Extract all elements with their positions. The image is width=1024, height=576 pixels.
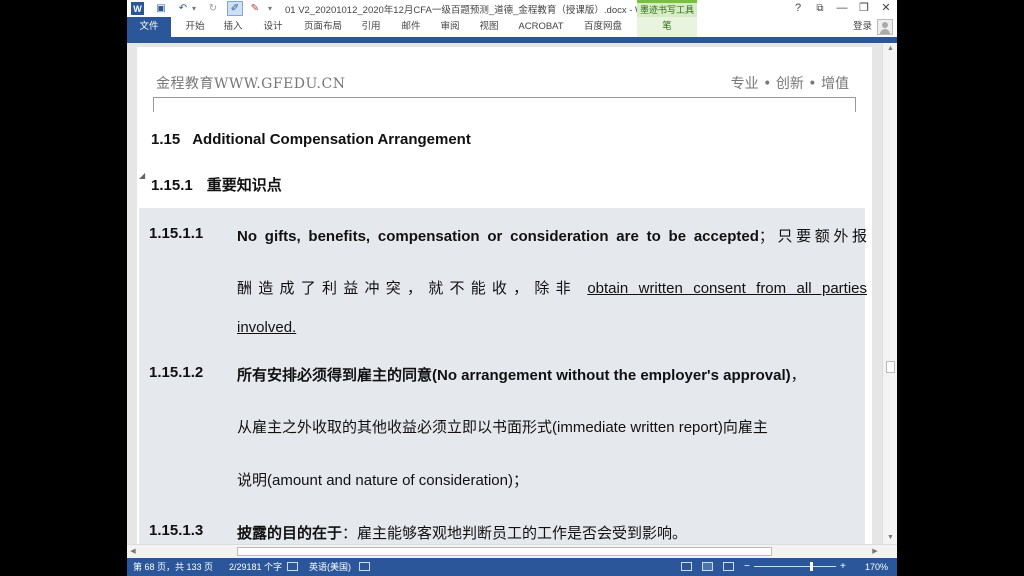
- item-underlined-text: involved.: [237, 319, 297, 336]
- shaded-content-block: 1.15.1.1 No gifts, benefits, compensatio…: [139, 208, 867, 544]
- tab-page-layout[interactable]: 页面布局: [299, 17, 347, 37]
- tab-references[interactable]: 引用: [357, 17, 385, 37]
- web-layout-icon[interactable]: [723, 562, 734, 571]
- proofing-icon[interactable]: [287, 562, 298, 571]
- avatar[interactable]: [877, 19, 893, 35]
- horizontal-scrollbar[interactable]: ◀ ▶: [127, 544, 897, 558]
- tab-acrobat[interactable]: ACROBAT: [515, 17, 567, 37]
- redo-icon[interactable]: ↻: [205, 1, 221, 16]
- save-icon[interactable]: ▣: [153, 1, 169, 16]
- heading-number: 1.15: [151, 131, 181, 148]
- vertical-scroll-thumb[interactable]: [886, 361, 895, 373]
- item-line: 从雇主之外收取的其他收益必须立即以书面形式(immediate written …: [237, 416, 867, 437]
- item-text: 从雇主之外收取的其他收益必须立即以书面形式(immediate written …: [237, 419, 768, 436]
- zoom-slider[interactable]: [754, 566, 836, 567]
- zoom-out-button[interactable]: −: [744, 558, 750, 576]
- margin-corner-left: [153, 98, 154, 112]
- zoom-level[interactable]: 170%: [865, 558, 888, 576]
- page-header-right: 专业 • 创新 • 增值: [730, 76, 849, 92]
- title-bar: W ▣ ↶ ▾ ↻ ✐ ✎ ▾ 01 V2_20201012_2020年12月C…: [127, 0, 897, 17]
- item-bold-text: No gifts, benefits, compensation or cons…: [237, 228, 759, 245]
- heading-text: 重要知识点: [206, 177, 282, 194]
- tab-view[interactable]: 视图: [475, 17, 503, 37]
- margin-corner-right: [855, 98, 856, 112]
- item-text: 说明(amount and nature of consideration)；: [237, 472, 528, 489]
- status-bar: 第 68 页，共 133 页 2/29181 个字 英语(美国) − + 170…: [127, 558, 897, 576]
- restore-button[interactable]: ❐: [853, 0, 875, 17]
- scroll-right-icon[interactable]: ▶: [869, 545, 881, 558]
- draw-with-touch-icon[interactable]: ✐: [227, 1, 243, 16]
- word-count[interactable]: 2/29181 个字: [229, 558, 282, 576]
- ribbon-tabs: 文件 开始 插入 设计 页面布局 引用 邮件 审阅 视图 ACROBAT 百度网…: [127, 17, 897, 37]
- item-line: No gifts, benefits, compensation or cons…: [237, 225, 867, 246]
- document-canvas[interactable]: 金程教育WWW.GFEDU.CN 专业 • 创新 • 增值 1.15 Additi…: [127, 43, 882, 544]
- tab-review[interactable]: 审阅: [436, 17, 464, 37]
- tab-pens[interactable]: 笔: [637, 17, 697, 37]
- close-button[interactable]: ✕: [875, 0, 897, 17]
- item-number: 1.15.1.3: [149, 522, 204, 539]
- word-app-icon[interactable]: W: [131, 2, 144, 15]
- heading-number: 1.15.1: [151, 177, 193, 194]
- tab-baidu-netdisk[interactable]: 百度网盘: [579, 17, 627, 37]
- collapse-heading-icon[interactable]: ◢: [139, 171, 145, 180]
- item-line: 酬造成了利益冲突，就不能收，除非 obtain written consent …: [237, 277, 867, 298]
- tab-insert[interactable]: 插入: [219, 17, 247, 37]
- item-number: 1.15.1.2: [149, 364, 204, 381]
- item-bold-text: 披露的目的在于: [237, 525, 343, 542]
- scroll-left-icon[interactable]: ◀: [127, 545, 139, 558]
- item-underlined-text: obtain written consent from all parties: [587, 280, 868, 297]
- scroll-down-icon[interactable]: ▼: [883, 532, 897, 544]
- header-divider: [153, 97, 856, 98]
- item-number: 1.15.1.1: [149, 225, 204, 242]
- item-line: 说明(amount and nature of consideration)；: [237, 469, 867, 490]
- page-count[interactable]: 第 68 页，共 133 页: [133, 558, 213, 576]
- zoom-in-button[interactable]: +: [840, 558, 846, 576]
- item-bold-text: 所有安排必须得到雇主的同意(No arrangement without the…: [237, 367, 791, 384]
- undo-dropdown-icon[interactable]: ▾: [189, 1, 199, 16]
- horizontal-scroll-thumb[interactable]: [237, 547, 772, 556]
- item-text: ，: [790, 367, 806, 384]
- heading-1-15: 1.15 Additional Compensation Arrangement: [151, 131, 471, 148]
- page-header-left: 金程教育WWW.GFEDU.CN: [156, 76, 346, 92]
- language-indicator[interactable]: 英语(美国): [309, 558, 351, 576]
- vertical-scrollbar[interactable]: ▲ ▼: [882, 43, 897, 544]
- tab-mailings[interactable]: 邮件: [397, 17, 425, 37]
- heading-1-15-1: 1.15.1 重要知识点: [151, 174, 282, 195]
- read-mode-icon[interactable]: [681, 562, 692, 571]
- sign-in-link[interactable]: 登录: [853, 17, 872, 37]
- pen-icon[interactable]: ✎: [247, 1, 263, 16]
- item-line: 所有安排必须得到雇主的同意(No arrangement without the…: [237, 364, 867, 385]
- help-icon[interactable]: ?: [787, 0, 809, 17]
- ribbon-display-options-icon[interactable]: ⧉: [809, 0, 831, 17]
- tab-home[interactable]: 开始: [181, 17, 209, 37]
- item-text: ；只要额外报: [758, 228, 867, 245]
- document-title: 01 V2_20201012_2020年12月CFA一级百题预测_道德_金程教育…: [285, 5, 658, 16]
- zoom-slider-thumb[interactable]: [810, 562, 813, 571]
- scroll-up-icon[interactable]: ▲: [883, 43, 897, 55]
- item-line: involved.: [237, 319, 867, 336]
- minimize-button[interactable]: —: [831, 0, 853, 17]
- item-text: ：雇主能够客观地判断员工的工作是否会受到影响。: [342, 525, 688, 542]
- tab-file[interactable]: 文件: [127, 17, 171, 37]
- context-tab-ink-tools: 墨迹书写工具: [637, 0, 697, 17]
- print-layout-icon[interactable]: [702, 562, 713, 571]
- customize-quick-access-icon[interactable]: ▾: [265, 1, 275, 16]
- document-page[interactable]: 金程教育WWW.GFEDU.CN 专业 • 创新 • 增值 1.15 Additi…: [137, 47, 872, 544]
- macro-recording-icon[interactable]: [359, 562, 370, 571]
- item-text: 酬造成了利益冲突，就不能收，除非: [237, 280, 588, 297]
- word-window: W ▣ ↶ ▾ ↻ ✐ ✎ ▾ 01 V2_20201012_2020年12月C…: [127, 0, 897, 576]
- tab-design[interactable]: 设计: [259, 17, 287, 37]
- item-line: 披露的目的在于：雇主能够客观地判断员工的工作是否会受到影响。: [237, 522, 867, 543]
- heading-text: Additional Compensation Arrangement: [192, 131, 471, 148]
